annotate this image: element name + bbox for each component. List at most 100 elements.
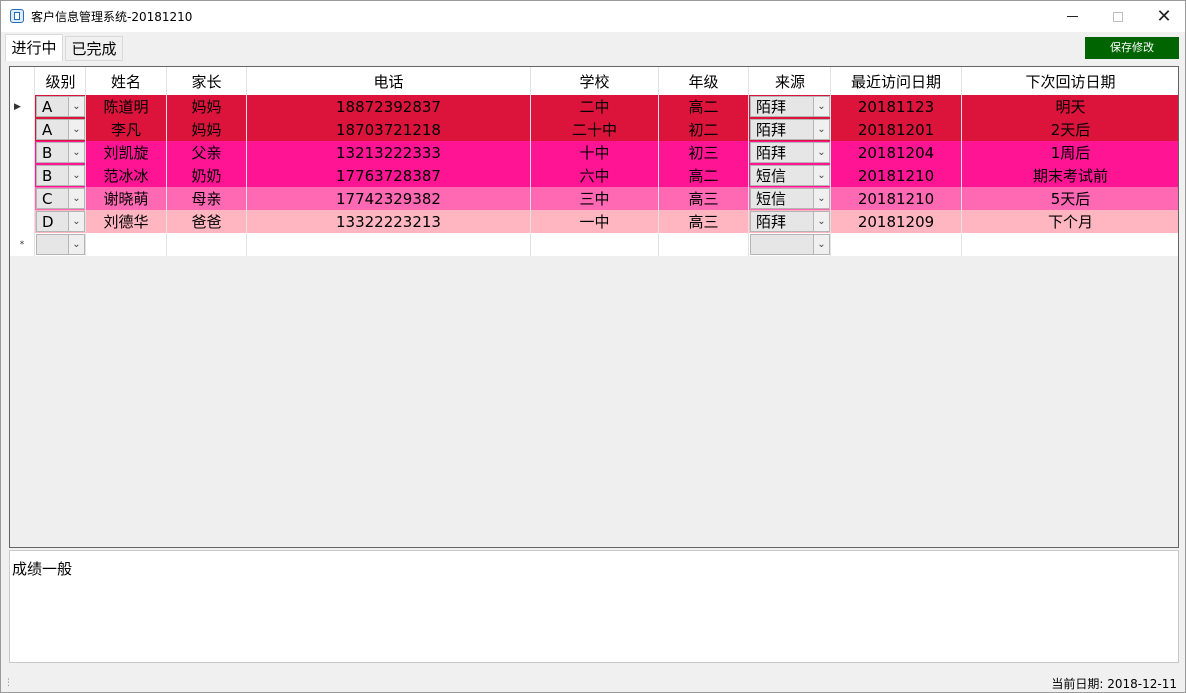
column-header-level[interactable]: 级别: [35, 67, 86, 95]
level-combo[interactable]: C ⌄: [36, 188, 85, 209]
level-cell[interactable]: D ⌄: [35, 210, 86, 233]
school-cell[interactable]: 六中: [531, 164, 659, 187]
chevron-down-icon[interactable]: ⌄: [68, 189, 84, 208]
table-row[interactable]: B ⌄ 刘凯旋 父亲 13213222333 十中 初三 陌拜 ⌄ 20181204 1周后: [10, 141, 1178, 164]
column-header-last-visit[interactable]: 最近访问日期: [831, 67, 962, 95]
chevron-down-icon[interactable]: ⌄: [813, 120, 829, 139]
phone-cell[interactable]: 13322223213: [247, 210, 531, 233]
last-visit-cell[interactable]: 20181210: [831, 164, 962, 187]
row-header[interactable]: [10, 141, 35, 164]
new-row-school-cell[interactable]: [531, 233, 659, 256]
tab-completed[interactable]: 已完成: [65, 36, 123, 61]
new-row-name-cell[interactable]: [86, 233, 167, 256]
tab-in-progress[interactable]: 进行中: [5, 34, 63, 61]
new-row-phone-cell[interactable]: [247, 233, 531, 256]
source-cell[interactable]: 短信 ⌄: [749, 187, 831, 210]
source-cell[interactable]: 陌拜 ⌄: [749, 95, 831, 118]
table-row[interactable]: D ⌄ 刘德华 爸爸 13322223213 一中 高三 陌拜 ⌄ 20181209 下个月: [10, 210, 1178, 233]
source-combo[interactable]: 陌拜 ⌄: [750, 142, 830, 163]
parent-cell[interactable]: 爸爸: [167, 210, 247, 233]
school-cell[interactable]: 三中: [531, 187, 659, 210]
column-header-grade[interactable]: 年级: [659, 67, 749, 95]
phone-cell[interactable]: 17763728387: [247, 164, 531, 187]
save-changes-button[interactable]: 保存修改: [1085, 37, 1179, 59]
chevron-down-icon[interactable]: ⌄: [813, 143, 829, 162]
source-combo[interactable]: 陌拜 ⌄: [750, 211, 830, 232]
parent-cell[interactable]: 妈妈: [167, 118, 247, 141]
chevron-down-icon[interactable]: ⌄: [813, 189, 829, 208]
level-cell[interactable]: B ⌄: [35, 141, 86, 164]
name-cell[interactable]: 陈道明: [86, 95, 167, 118]
parent-cell[interactable]: 母亲: [167, 187, 247, 210]
row-header[interactable]: ▶: [10, 95, 35, 118]
table-row[interactable]: A ⌄ 李凡 妈妈 18703721218 二十中 初二 陌拜 ⌄ 20181201 2天后: [10, 118, 1178, 141]
source-combo[interactable]: 陌拜 ⌄: [750, 119, 830, 140]
next-visit-cell[interactable]: 2天后: [962, 118, 1178, 141]
last-visit-cell[interactable]: 20181210: [831, 187, 962, 210]
level-cell[interactable]: C ⌄: [35, 187, 86, 210]
source-combo[interactable]: 短信 ⌄: [750, 188, 830, 209]
column-header-source[interactable]: 来源: [749, 67, 831, 95]
source-cell[interactable]: 陌拜 ⌄: [749, 118, 831, 141]
level-combo[interactable]: A ⌄: [36, 119, 85, 140]
row-header[interactable]: [10, 118, 35, 141]
chevron-down-icon[interactable]: ⌄: [813, 97, 829, 116]
minimize-button[interactable]: [1049, 1, 1095, 32]
phone-cell[interactable]: 18872392837: [247, 95, 531, 118]
chevron-down-icon[interactable]: ⌄: [68, 166, 84, 185]
column-header-parent[interactable]: 家长: [167, 67, 247, 95]
phone-cell[interactable]: 17742329382: [247, 187, 531, 210]
chevron-down-icon[interactable]: ⌄: [813, 235, 829, 254]
new-row-level-combo[interactable]: ⌄: [36, 234, 85, 255]
maximize-button[interactable]: [1095, 1, 1141, 32]
name-cell[interactable]: 谢晓萌: [86, 187, 167, 210]
chevron-down-icon[interactable]: ⌄: [68, 143, 84, 162]
new-row-next-visit-cell[interactable]: [962, 233, 1178, 256]
column-header-name[interactable]: 姓名: [86, 67, 167, 95]
close-button[interactable]: ✕: [1141, 1, 1185, 32]
grade-cell[interactable]: 高二: [659, 95, 749, 118]
phone-cell[interactable]: 13213222333: [247, 141, 531, 164]
grade-cell[interactable]: 初二: [659, 118, 749, 141]
school-cell[interactable]: 一中: [531, 210, 659, 233]
customer-grid[interactable]: 级别 姓名 家长 电话 学校 年级 来源 最近访问日期 下次回访日期 ▶ A ⌄ 陈道…: [9, 66, 1179, 548]
table-row[interactable]: B ⌄ 范冰冰 奶奶 17763728387 六中 高二 短信 ⌄ 20181210 期末考试前: [10, 164, 1178, 187]
name-cell[interactable]: 刘德华: [86, 210, 167, 233]
notes-textarea[interactable]: 成绩一般: [9, 550, 1179, 663]
table-row[interactable]: ▶ A ⌄ 陈道明 妈妈 18872392837 二中 高二 陌拜 ⌄ 20181123 明天: [10, 95, 1178, 118]
next-visit-cell[interactable]: 5天后: [962, 187, 1178, 210]
new-row-source-combo[interactable]: ⌄: [750, 234, 830, 255]
school-cell[interactable]: 二十中: [531, 118, 659, 141]
grade-cell[interactable]: 初三: [659, 141, 749, 164]
chevron-down-icon[interactable]: ⌄: [68, 235, 84, 254]
next-visit-cell[interactable]: 1周后: [962, 141, 1178, 164]
chevron-down-icon[interactable]: ⌄: [68, 97, 84, 116]
row-header[interactable]: [10, 164, 35, 187]
last-visit-cell[interactable]: 20181201: [831, 118, 962, 141]
source-combo[interactable]: 陌拜 ⌄: [750, 96, 830, 117]
parent-cell[interactable]: 妈妈: [167, 95, 247, 118]
chevron-down-icon[interactable]: ⌄: [68, 212, 84, 231]
school-cell[interactable]: 二中: [531, 95, 659, 118]
source-combo[interactable]: 短信 ⌄: [750, 165, 830, 186]
level-cell[interactable]: B ⌄: [35, 164, 86, 187]
column-header-phone[interactable]: 电话: [247, 67, 531, 95]
parent-cell[interactable]: 父亲: [167, 141, 247, 164]
column-header-next-visit[interactable]: 下次回访日期: [962, 67, 1178, 95]
name-cell[interactable]: 刘凯旋: [86, 141, 167, 164]
new-row[interactable]: * ⌄ ⌄: [10, 233, 1178, 256]
name-cell[interactable]: 李凡: [86, 118, 167, 141]
table-row[interactable]: C ⌄ 谢晓萌 母亲 17742329382 三中 高三 短信 ⌄ 20181210 5天后: [10, 187, 1178, 210]
grade-cell[interactable]: 高三: [659, 210, 749, 233]
chevron-down-icon[interactable]: ⌄: [68, 120, 84, 139]
phone-cell[interactable]: 18703721218: [247, 118, 531, 141]
level-combo[interactable]: B ⌄: [36, 142, 85, 163]
next-visit-cell[interactable]: 下个月: [962, 210, 1178, 233]
grade-cell[interactable]: 高二: [659, 164, 749, 187]
last-visit-cell[interactable]: 20181123: [831, 95, 962, 118]
level-cell[interactable]: A ⌄: [35, 95, 86, 118]
source-cell[interactable]: 陌拜 ⌄: [749, 210, 831, 233]
new-row-last-visit-cell[interactable]: [831, 233, 962, 256]
last-visit-cell[interactable]: 20181204: [831, 141, 962, 164]
next-visit-cell[interactable]: 明天: [962, 95, 1178, 118]
